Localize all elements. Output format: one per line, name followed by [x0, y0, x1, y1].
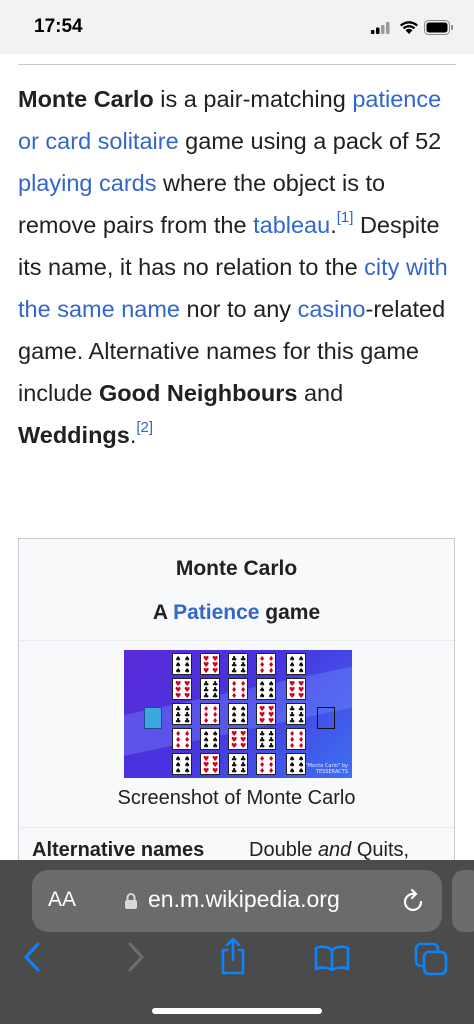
image-watermark: "Monte Carlo" by TESSERACTS [305, 763, 348, 775]
lock-icon [125, 893, 137, 909]
back-icon[interactable] [22, 940, 44, 974]
patience-link[interactable]: Patience [173, 601, 259, 624]
alternative-names-value: Double and Quits, [249, 839, 409, 862]
playing-card: ♦ ♦ ♦ ♦ ♦ ♦ [228, 678, 248, 700]
browser-toolbar: AA en.m.wikipedia.org [0, 860, 474, 1024]
game-screenshot-image[interactable]: "Monte Carlo" by TESSERACTS ♠ ♠ ♠ ♠ ♠ ♠ ♥ ♥ ♥ ♥ ♥ ♥… [124, 650, 352, 778]
playing-card: ♠ ♠ ♠ ♠ ♠ ♠ [286, 653, 306, 675]
playing-card: ♦ ♦ ♦ ♦ ♦ ♦ [256, 653, 276, 675]
playing-card: ♥ ♥ ♥ ♥ ♥ ♥ [286, 678, 306, 700]
bookmarks-icon[interactable] [314, 944, 350, 972]
bold-term: Monte Carlo [18, 86, 154, 112]
playing-card: ♥ ♥ ♥ ♥ ♥ ♥ [200, 753, 220, 775]
url-text[interactable]: en.m.wikipedia.org [148, 886, 340, 913]
battery-icon [424, 20, 453, 35]
address-bar[interactable]: AA en.m.wikipedia.org [32, 870, 442, 932]
forward-icon[interactable] [124, 940, 146, 974]
share-icon[interactable] [218, 936, 248, 976]
playing-card: ♠ ♠ ♠ ♠ ♠ ♠ [200, 728, 220, 750]
signal-icon [371, 22, 390, 34]
wifi-icon [400, 21, 418, 34]
alternative-names-label: Alternative names [32, 839, 205, 861]
infobox-subtitle-prefix: A [152, 601, 174, 624]
bold-term: Good Neighbours [99, 380, 298, 406]
infobox-divider [19, 827, 454, 828]
playing-card: ♣ ♣ ♣ ♣ ♣ ♣ [228, 753, 248, 775]
playing-card: ♠ ♠ ♠ ♠ ♠ ♠ [228, 703, 248, 725]
home-indicator [152, 1008, 322, 1014]
infobox-divider [19, 640, 454, 641]
playing-card: ♣ ♣ ♣ ♣ ♣ ♣ [286, 703, 306, 725]
playing-card: ♦ ♦ ♦ ♦ ♦ ♦ [200, 703, 220, 725]
reload-icon[interactable] [402, 888, 426, 914]
infobox: Monte Carlo A Patience game "Monte Carlo… [18, 538, 455, 878]
article-text: game using a pack of 52 [178, 128, 442, 154]
reader-options-button[interactable]: AA [48, 888, 76, 912]
status-bar: 17:54 [0, 0, 474, 54]
article-link[interactable]: tableau [253, 212, 330, 238]
playing-card: ♣ ♣ ♣ ♣ ♣ ♣ [256, 728, 276, 750]
article-text: and [297, 380, 344, 406]
article-text: is a pair-matching [153, 86, 353, 112]
playing-card: ♥ ♥ ♥ ♥ ♥ ♥ [172, 678, 192, 700]
image-caption: Screenshot of Monte Carlo [117, 787, 356, 809]
alt-value-suffix: Quits, [351, 839, 410, 861]
stock-card-back [144, 707, 162, 729]
playing-card: ♣ ♣ ♣ ♣ ♣ ♣ [228, 653, 248, 675]
playing-card: ♦ ♦ ♦ ♦ ♦ ♦ [172, 728, 192, 750]
playing-card: ♠ ♠ ♠ ♠ ♠ ♠ [256, 678, 276, 700]
playing-card: ♦ ♦ ♦ ♦ ♦ ♦ [286, 728, 306, 750]
infobox-subtitle-suffix: game [259, 601, 321, 624]
image-watermark-line2: TESSERACTS [315, 769, 348, 775]
infobox-subtitle: A Patience game [19, 601, 454, 625]
bold-term: Weddings [18, 422, 130, 448]
playing-card: ♦ ♦ ♦ ♦ ♦ ♦ [256, 753, 276, 775]
playing-card: ♣ ♣ ♣ ♣ ♣ ♣ [172, 703, 192, 725]
playing-card: ♠ ♠ ♠ ♠ ♠ ♠ [172, 653, 192, 675]
playing-card: ♠ ♠ ♠ ♠ ♠ ♠ [286, 753, 306, 775]
intro-paragraph: Monte Carlo is a pair-matching patience … [18, 78, 458, 456]
playing-card: ♥ ♥ ♥ ♥ ♥ ♥ [256, 703, 276, 725]
citation-link[interactable]: [1] [337, 209, 354, 226]
citation-link[interactable]: [2] [136, 419, 153, 436]
playing-card: ♠ ♠ ♠ ♠ ♠ ♠ [172, 753, 192, 775]
playing-card: ♣ ♣ ♣ ♣ ♣ ♣ [200, 678, 220, 700]
playing-card: ♥ ♥ ♥ ♥ ♥ ♥ [200, 653, 220, 675]
waste-slot [317, 707, 335, 729]
alt-value-prefix: Double [249, 839, 318, 861]
article-link[interactable]: casino [298, 296, 366, 322]
article-body: Monte Carlo is a pair-matching patience … [18, 78, 458, 456]
article-text: nor to any [179, 296, 298, 322]
article-link[interactable]: playing cards [18, 170, 156, 196]
tabs-icon[interactable] [414, 942, 448, 976]
section-divider [18, 64, 456, 65]
infobox-title: Monte Carlo [175, 557, 298, 580]
alt-value-italic: and [317, 839, 352, 861]
status-time: 17:54 [34, 16, 83, 37]
next-tab-peek[interactable] [452, 870, 474, 932]
playing-card: ♥ ♥ ♥ ♥ ♥ ♥ [228, 728, 248, 750]
